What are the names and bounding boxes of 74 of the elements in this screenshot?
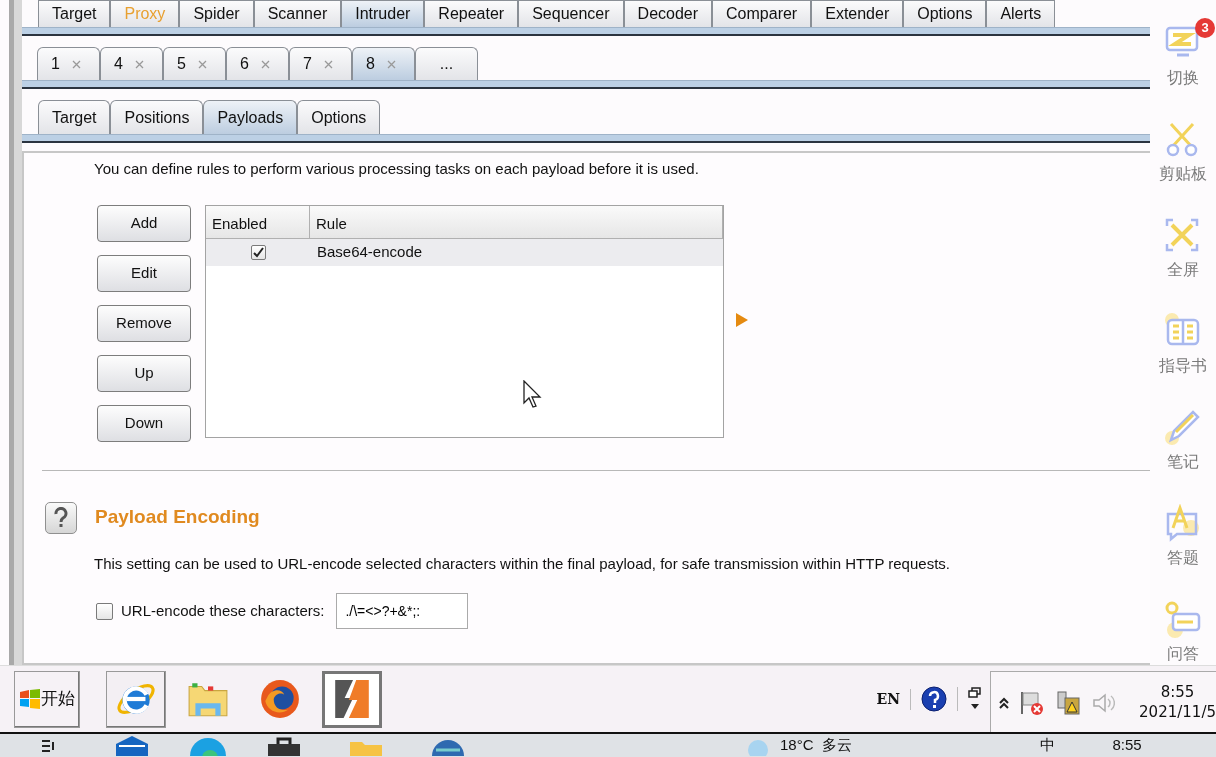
mail-icon[interactable]: [114, 735, 150, 756]
help-icon[interactable]: [45, 501, 77, 534]
input-field[interactable]: ./\=<>?+&*;:: [336, 593, 469, 629]
sidebar-label[interactable]: 问答: [1167, 642, 1199, 666]
checkbox-label: URL-encode these characters:: [121, 600, 325, 621]
action-button[interactable]: Add: [97, 204, 191, 242]
section-title: Payload Encoding: [95, 505, 260, 530]
tab[interactable]: Intruder: [341, 0, 425, 27]
tab[interactable]: Decoder: [623, 0, 713, 27]
column-header: Rule: [310, 205, 723, 238]
language-indicator[interactable]: EN: [876, 688, 912, 710]
tab[interactable]: 7: [289, 47, 352, 80]
tab[interactable]: 6: [226, 47, 289, 80]
browser-icon[interactable]: [106, 670, 166, 728]
tab[interactable]: Extender: [811, 0, 904, 27]
tab[interactable]: Spider: [179, 0, 254, 27]
tab[interactable]: 5: [163, 47, 226, 80]
tab[interactable]: Alerts: [986, 0, 1056, 27]
close-icon[interactable]: [323, 59, 333, 69]
flag-icon[interactable]: [1019, 689, 1046, 716]
ime-indicator[interactable]: 中: [1039, 734, 1055, 757]
tab[interactable]: Positions: [110, 100, 204, 134]
clock[interactable]: 8:55 2021/11/5: [1139, 683, 1216, 722]
action-button[interactable]: Remove: [97, 304, 191, 342]
tab[interactable]: 8: [352, 47, 415, 80]
action-button[interactable]: Down: [97, 404, 191, 442]
tab[interactable]: Options: [903, 0, 987, 27]
tab[interactable]: 1: [37, 47, 100, 80]
weather-text: 18°C: [780, 735, 814, 756]
clock[interactable]: 8:55: [1112, 734, 1142, 757]
windows-logo-icon: [19, 689, 41, 709]
close-icon[interactable]: [197, 59, 207, 69]
sidebar-label[interactable]: 指导书: [1159, 354, 1207, 378]
sidebar-label[interactable]: 切换: [1167, 66, 1199, 90]
description-text: You can define rules to perform various processing tasks on each payload before it is used.: [94, 159, 700, 179]
close-icon[interactable]: [71, 59, 81, 69]
app-icon[interactable]: [322, 670, 382, 728]
checkbox[interactable]: [250, 244, 266, 260]
sidebar-label[interactable]: 剪贴板: [1159, 162, 1207, 186]
help-icon[interactable]: [921, 686, 948, 712]
table-cell-text: Base64-encode: [316, 241, 423, 262]
cursor-icon: [523, 379, 542, 408]
tab[interactable]: Payloads: [203, 100, 298, 134]
restore-icon[interactable]: [957, 687, 983, 711]
tab[interactable]: Target: [38, 0, 111, 27]
close-icon[interactable]: [260, 59, 270, 69]
network-icon[interactable]: [1055, 689, 1082, 716]
table-row[interactable]: Base64-encode: [206, 238, 723, 266]
start-button[interactable]: 开始: [14, 670, 80, 728]
tab[interactable]: Options: [297, 100, 381, 134]
chevron-icon[interactable]: [999, 696, 1010, 709]
expand-arrow-icon[interactable]: [736, 312, 748, 327]
tab[interactable]: ...: [415, 47, 478, 80]
weather-text: 多云: [821, 735, 852, 756]
briefcase-icon[interactable]: [266, 735, 302, 756]
tab[interactable]: 4: [100, 47, 163, 80]
widgets-icon[interactable]: [40, 737, 56, 754]
notification-badge: 3: [1195, 18, 1215, 38]
description-text: This setting can be used to URL-encode selected characters within the final payload, for safe transmission within HTTP requests.: [94, 553, 951, 574]
tab[interactable]: Target: [38, 100, 111, 134]
checkbox[interactable]: [96, 602, 113, 620]
qa-icon[interactable]: [1163, 600, 1203, 638]
tab[interactable]: Scanner: [253, 0, 342, 27]
action-button[interactable]: Edit: [97, 254, 191, 292]
tab[interactable]: Repeater: [424, 0, 519, 27]
action-button[interactable]: Up: [97, 354, 191, 392]
tab[interactable]: Comparer: [712, 0, 812, 27]
column-header: Enabled: [206, 205, 310, 238]
close-icon[interactable]: [134, 59, 144, 69]
sidebar-label[interactable]: 笔记: [1167, 450, 1199, 474]
sidebar-label[interactable]: 全屏: [1167, 258, 1199, 282]
sidebar-label[interactable]: 答题: [1167, 546, 1199, 570]
close-icon[interactable]: [386, 59, 396, 69]
tab[interactable]: Sequencer: [518, 0, 624, 27]
